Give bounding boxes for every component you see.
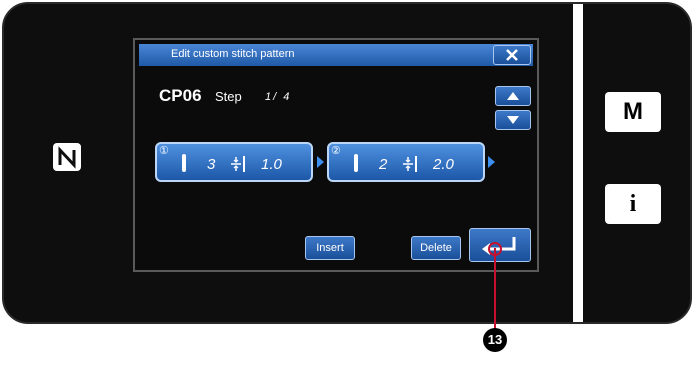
stitch-length-value: 3 xyxy=(207,156,216,173)
step-connector-arrow-icon xyxy=(488,156,495,168)
stitch-width-value: 1.0 xyxy=(261,156,282,173)
svg-text:™: ™ xyxy=(77,145,82,151)
needle-icon xyxy=(354,154,358,172)
close-button[interactable] xyxy=(493,45,531,65)
step-item-1[interactable]: ① 3 1.0 xyxy=(155,142,313,182)
insert-button[interactable]: Insert xyxy=(305,236,355,260)
delete-button[interactable]: Delete xyxy=(411,236,461,260)
step-connector-arrow-icon xyxy=(317,156,324,168)
lcd-screen: Edit custom stitch pattern CP06 Step 1/ … xyxy=(133,38,539,272)
nfc-icon: ™ xyxy=(53,143,82,171)
mode-button[interactable]: M xyxy=(605,92,661,132)
step-label: Step xyxy=(215,89,242,104)
stitch-length-value: 2 xyxy=(379,156,388,173)
down-arrow-icon xyxy=(507,116,519,124)
scroll-up-button[interactable] xyxy=(495,86,531,106)
panel-divider xyxy=(573,4,583,322)
callout-line xyxy=(494,248,496,330)
dialog-titlebar: Edit custom stitch pattern xyxy=(139,44,533,66)
up-arrow-icon xyxy=(507,92,519,100)
dialog-title: Edit custom stitch pattern xyxy=(171,48,295,60)
close-icon xyxy=(506,49,518,61)
stitch-width-value: 2.0 xyxy=(433,156,454,173)
stitch-length-icon xyxy=(403,156,417,172)
pattern-name: CP06 xyxy=(159,86,202,105)
needle-icon xyxy=(182,154,186,172)
callout-number-badge: 13 xyxy=(483,328,507,352)
step-counter: 1/ 4 xyxy=(265,91,292,103)
step-index: ② xyxy=(331,145,341,157)
info-button[interactable]: i xyxy=(605,184,661,224)
step-index: ① xyxy=(159,145,169,157)
scroll-down-button[interactable] xyxy=(495,110,531,130)
device-panel: ™ Edit custom stitch pattern CP06 Step 1… xyxy=(2,2,692,324)
stitch-length-icon xyxy=(231,156,245,172)
step-item-2[interactable]: ② 2 2.0 xyxy=(327,142,485,182)
